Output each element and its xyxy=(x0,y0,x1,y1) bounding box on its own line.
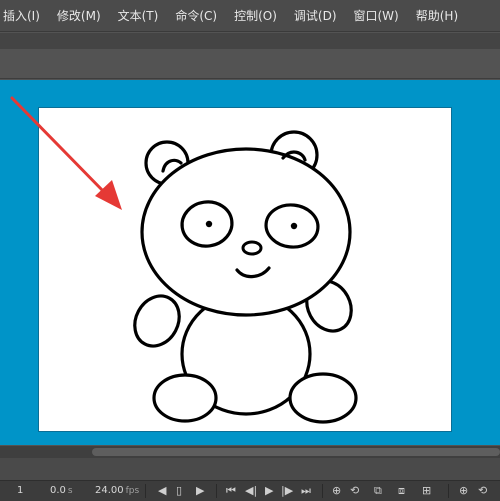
play-icon[interactable]: ▶ xyxy=(265,484,273,498)
edit-multiple-icon[interactable]: ⊞ xyxy=(422,484,431,498)
panda-left-foot xyxy=(152,373,218,423)
onion-skin-outline-icon[interactable]: ⧈ xyxy=(398,484,405,498)
annotation-arrow xyxy=(10,96,122,210)
menu-window[interactable]: 窗口(W) xyxy=(354,7,399,24)
panda-right-foot xyxy=(288,372,358,424)
mobile-icon[interactable]: ▯ xyxy=(176,484,182,498)
panda-left-arm xyxy=(133,294,181,348)
menu-insert[interactable]: 插入(I) xyxy=(3,7,40,24)
frame-rate-value: 24.00 xyxy=(95,485,124,496)
toolbar-strip xyxy=(0,33,500,49)
menu-text[interactable]: 文本(T) xyxy=(118,7,159,24)
center-frame-icon[interactable]: ⊕ xyxy=(459,484,468,498)
loop-icon[interactable]: ⟲ xyxy=(478,484,487,498)
elapsed-time[interactable]: 0.0 s xyxy=(50,485,73,496)
elapsed-time-unit: s xyxy=(67,486,73,496)
prev-arrow-icon[interactable]: ◀ xyxy=(158,484,166,498)
next-arrow-icon[interactable]: ▶ xyxy=(196,484,204,498)
timeline-controls: 1 0.0 s 24.00 fps ◀ ▯ ▶ ⏮ ◀| ▶ |▶ ⏭ ⊕ ⟲ ⧉ … xyxy=(0,480,500,501)
menu-modify[interactable]: 修改(M) xyxy=(57,7,101,24)
panda-nose xyxy=(241,240,263,256)
first-frame-icon[interactable]: ⏮ xyxy=(226,484,236,498)
menu-commands[interactable]: 命令(C) xyxy=(175,7,217,24)
loop-icon[interactable]: ⟲ xyxy=(350,484,359,498)
frame-rate[interactable]: 24.00 fps xyxy=(95,485,139,496)
center-frame-icon[interactable]: ⊕ xyxy=(332,484,341,498)
current-frame[interactable]: 1 xyxy=(17,485,23,496)
panda-right-pupil xyxy=(290,222,298,230)
frame-rate-unit: fps xyxy=(125,486,140,496)
step-back-icon[interactable]: ◀| xyxy=(245,484,257,498)
menu-help[interactable]: 帮助(H) xyxy=(416,7,458,24)
onion-skin-icon[interactable]: ⧉ xyxy=(374,484,382,498)
separator xyxy=(322,484,323,498)
elapsed-time-value: 0.0 xyxy=(50,485,66,496)
panda-left-pupil xyxy=(205,220,213,228)
menu-control[interactable]: 控制(O) xyxy=(234,7,277,24)
step-forward-icon[interactable]: |▶ xyxy=(281,484,293,498)
last-frame-icon[interactable]: ⏭ xyxy=(301,484,311,498)
document-tab-strip xyxy=(0,49,500,79)
panel-divider xyxy=(0,458,500,480)
separator xyxy=(145,484,146,498)
separator xyxy=(448,484,449,498)
menu-bar: 插入(I) 修改(M) 文本(T) 命令(C) 控制(O) 调试(D) 窗口(W… xyxy=(0,0,500,32)
horizontal-scrollbar[interactable] xyxy=(0,446,500,458)
scrollbar-thumb[interactable] xyxy=(92,448,500,456)
separator xyxy=(216,484,217,498)
menu-debug[interactable]: 调试(D) xyxy=(294,7,337,24)
